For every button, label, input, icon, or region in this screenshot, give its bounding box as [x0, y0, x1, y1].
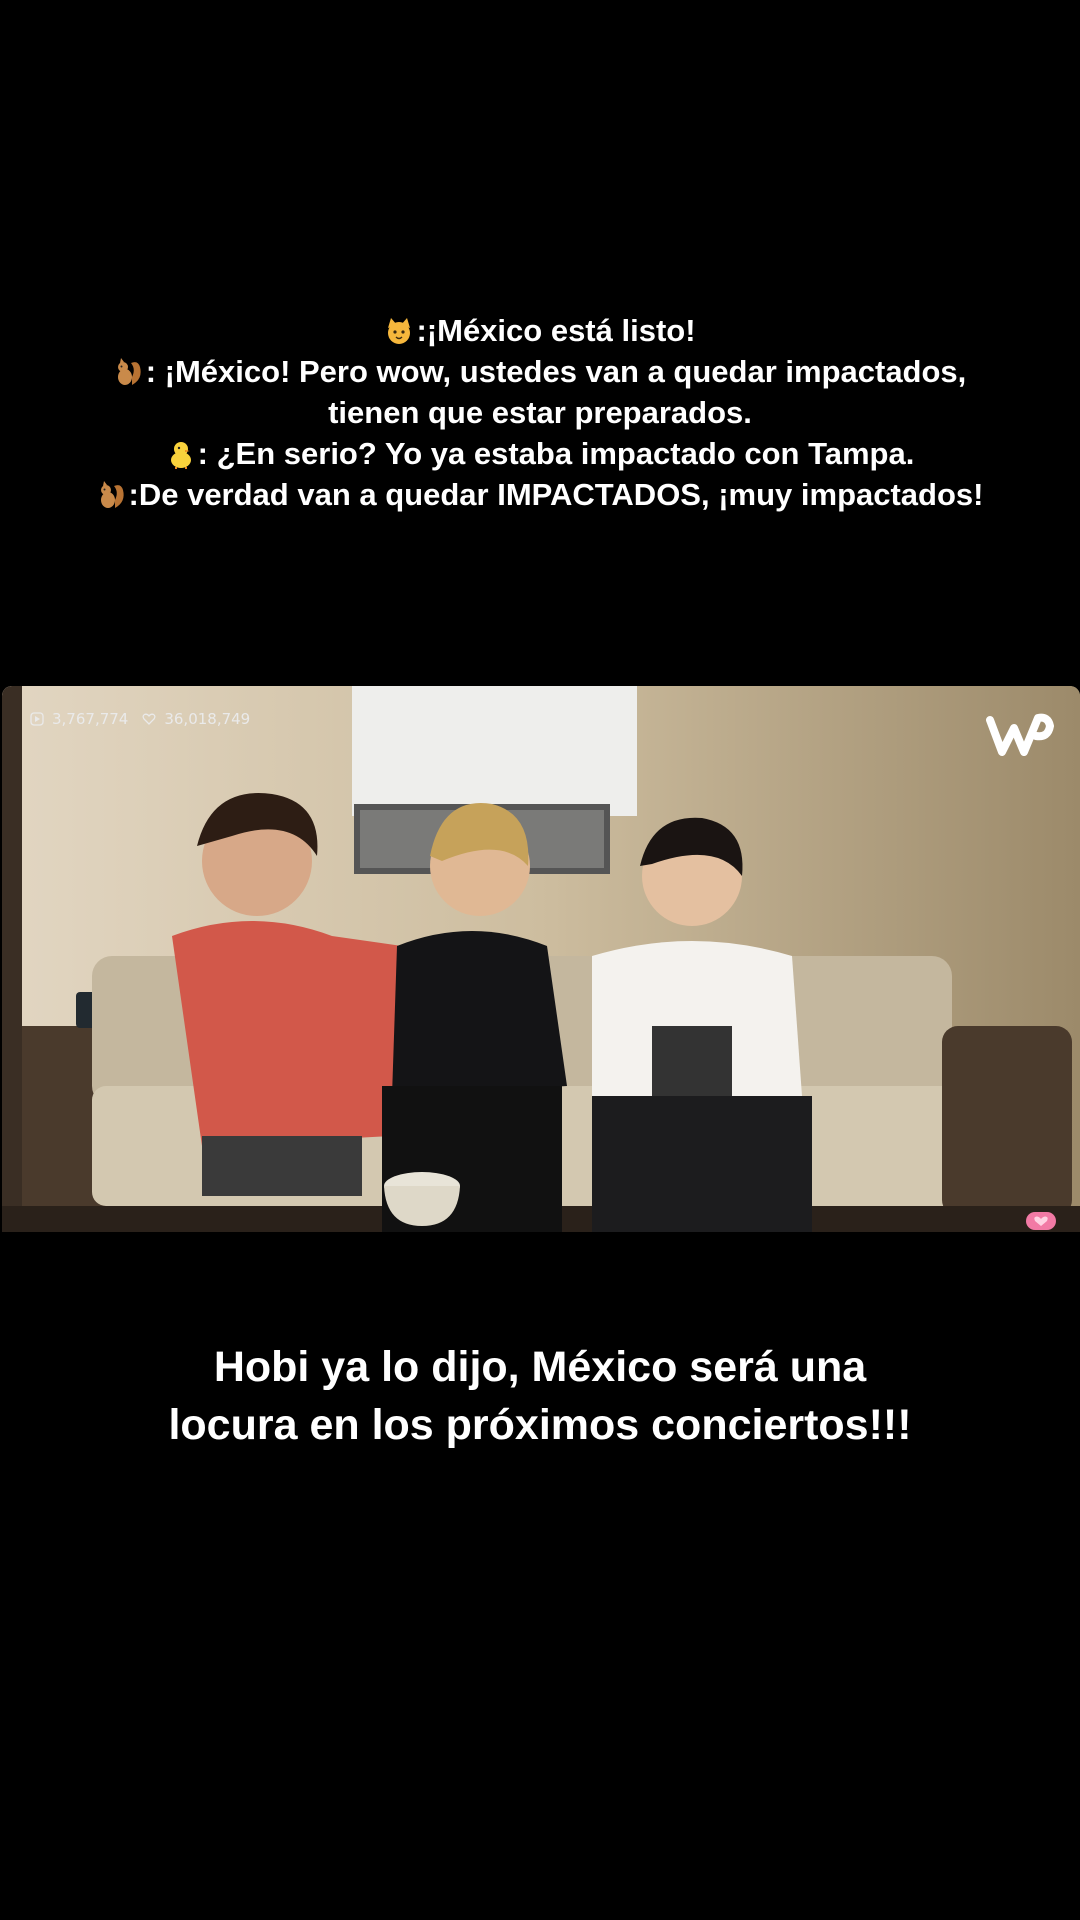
cat-face-icon	[388, 318, 411, 344]
caption-text-3: tienen que estar preparados.	[328, 395, 752, 430]
squirrel-icon	[117, 358, 141, 385]
caption-block: :¡México está listo! : ¡México! Pero wow…	[0, 310, 1080, 515]
video-scene	[2, 686, 1080, 1232]
bottom-caption: Hobi ya lo dijo, México será una locura …	[0, 1338, 1080, 1454]
bottom-caption-line-2: locura en los próximos conciertos!!!	[168, 1401, 912, 1449]
heart-icon	[142, 713, 156, 725]
baby-chick-icon	[170, 442, 191, 469]
caption-line-2: : ¡México! Pero wow, ustedes van a queda…	[0, 351, 1080, 392]
video-stats: 3,767,774 36,018,749	[30, 710, 250, 728]
caption-text-1: :¡México está listo!	[416, 313, 696, 348]
like-count: 36,018,749	[164, 710, 251, 728]
hanging-cloth	[352, 686, 637, 816]
heart-badge-icon	[1026, 1212, 1056, 1230]
person-left-shirt	[172, 921, 402, 1146]
left-doorframe	[2, 686, 22, 1232]
squirrel-icon	[100, 481, 124, 508]
caption-text-5: :De verdad van a quedar IMPACTADOS, ¡muy…	[128, 477, 984, 512]
caption-line-1: :¡México está listo!	[0, 310, 1080, 351]
video-frame[interactable]: 3,767,774 36,018,749	[2, 686, 1080, 1232]
caption-line-5: :De verdad van a quedar IMPACTADOS, ¡muy…	[0, 474, 1080, 515]
sofa-arm-right	[942, 1026, 1072, 1216]
caption-text-2: : ¡México! Pero wow, ustedes van a queda…	[145, 354, 967, 389]
caption-line-3: tienen que estar preparados.	[0, 392, 1080, 433]
person-middle-shirt	[392, 931, 567, 1096]
view-count: 3,767,774	[52, 710, 129, 728]
bottom-caption-line-1: Hobi ya lo dijo, México será una	[213, 1343, 867, 1391]
play-icon	[30, 712, 44, 726]
caption-text-4: : ¿En serio? Yo ya estaba impactado con …	[197, 436, 915, 471]
caption-line-4: : ¿En serio? Yo ya estaba impactado con …	[0, 433, 1080, 474]
weverse-logo-icon	[986, 713, 1054, 756]
